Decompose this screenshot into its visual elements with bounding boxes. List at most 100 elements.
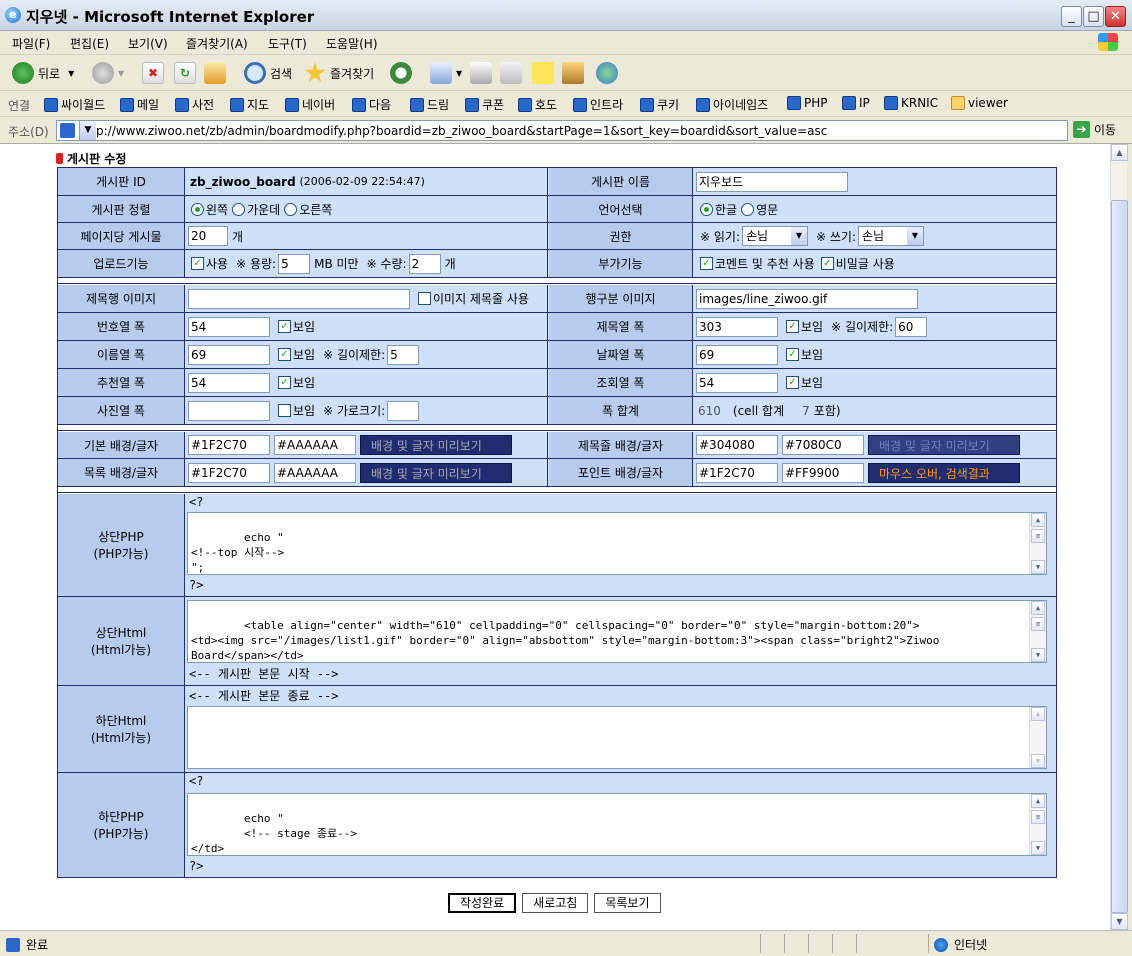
titlebar-preview-button[interactable]: 배경 및 글자 미리보기 — [868, 435, 1020, 455]
messenger-button[interactable] — [596, 61, 622, 85]
photo-col-input[interactable] — [188, 400, 270, 421]
upload-count-input[interactable]: 2 — [408, 253, 441, 274]
textarea-scrollbar[interactable]: ▲ ≡ ▼ — [1029, 601, 1046, 662]
no-col-input[interactable]: 54 — [188, 316, 270, 337]
stop-button[interactable]: ✖ — [142, 61, 168, 85]
scroll-up-icon[interactable]: ▲ — [1111, 144, 1128, 161]
edit-button[interactable] — [500, 61, 526, 85]
scroll-up-icon[interactable]: ▲ — [1031, 601, 1045, 615]
close-button[interactable]: ✕ — [1105, 6, 1126, 27]
link-mail[interactable]: 메일 — [120, 96, 159, 113]
menu-file[interactable]: 파일(F) — [12, 35, 50, 52]
scroll-down-icon[interactable]: ▼ — [1031, 841, 1045, 855]
address-input[interactable]: http://www.ziwoo.net/zb/admin/boardmodif… — [56, 120, 1068, 141]
menu-edit[interactable]: 편집(E) — [70, 35, 109, 52]
base-preview-button[interactable]: 배경 및 글자 미리보기 — [360, 435, 512, 455]
scroll-thumb[interactable] — [1111, 200, 1128, 913]
refresh-button[interactable]: ↻ — [174, 61, 200, 85]
back-button[interactable]: 뒤로 ▼ — [12, 61, 74, 85]
menu-favorites[interactable]: 즐겨찾기(A) — [186, 35, 248, 52]
scroll-thumb[interactable]: ≡ — [1031, 529, 1045, 543]
no-col-show-checkbox[interactable]: ✓ — [278, 320, 291, 333]
menu-view[interactable]: 보기(V) — [128, 35, 168, 52]
link-viewer[interactable]: viewer — [951, 96, 1008, 110]
subject-col-show-checkbox[interactable]: ✓ — [786, 320, 799, 333]
align-left-radio[interactable] — [191, 202, 204, 216]
scroll-thumb[interactable]: ≡ — [1031, 617, 1045, 631]
per-page-input[interactable]: 20 — [188, 226, 228, 246]
link-hodo[interactable]: 호도 — [518, 96, 557, 113]
date-col-input[interactable]: 69 — [696, 344, 778, 365]
link-daum[interactable]: 다음 — [352, 96, 391, 113]
link-map[interactable]: 지도 — [230, 96, 269, 113]
top-php-textarea[interactable]: echo " <!--top 시작--> "; include '../incl… — [187, 512, 1047, 575]
link-dream[interactable]: 드림 — [410, 96, 449, 113]
scroll-thumb[interactable]: ≡ — [1031, 810, 1045, 824]
link-php[interactable]: PHP — [787, 96, 828, 110]
title-image-checkbox[interactable] — [418, 292, 431, 305]
title-image-input[interactable] — [188, 288, 410, 309]
mail-button[interactable]: ▼ — [430, 61, 462, 85]
textarea-scrollbar[interactable]: ▲ ≡ ▼ — [1029, 513, 1046, 574]
titlebar-bg-input[interactable]: #304080 — [696, 435, 778, 455]
scroll-up-icon[interactable]: ▲ — [1031, 707, 1045, 721]
menu-tools[interactable]: 도구(T) — [268, 35, 307, 52]
minimize-button[interactable]: _ — [1061, 6, 1082, 27]
bottom-html-textarea[interactable]: ▲ ▼ — [187, 706, 1047, 769]
board-name-input[interactable]: 지우보드 — [696, 171, 848, 192]
base-bg-input[interactable]: #1F2C70 — [188, 435, 270, 455]
search-button[interactable]: 검색 — [244, 61, 292, 85]
menu-help[interactable]: 도움말(H) — [326, 35, 378, 52]
view-col-show-checkbox[interactable]: ✓ — [786, 376, 799, 389]
scroll-up-icon[interactable]: ▲ — [1031, 794, 1045, 808]
subject-col-input[interactable]: 303 — [696, 316, 778, 337]
recommend-col-show-checkbox[interactable]: ✓ — [278, 376, 291, 389]
link-cyworld[interactable]: 싸이월드 — [44, 96, 105, 113]
textarea-scrollbar[interactable]: ▲ ▼ — [1029, 707, 1046, 768]
discuss-button[interactable] — [532, 61, 558, 85]
home-button[interactable] — [204, 61, 230, 85]
photo-width-input[interactable] — [387, 400, 420, 421]
link-naver[interactable]: 네이버 — [285, 96, 335, 113]
scroll-down-icon[interactable]: ▼ — [1031, 754, 1045, 768]
list-button[interactable]: 목록보기 — [594, 893, 661, 913]
name-col-show-checkbox[interactable]: ✓ — [278, 348, 291, 361]
lang-korean-radio[interactable] — [700, 202, 713, 216]
link-intra[interactable]: 인트라 — [573, 96, 623, 113]
point-fg-input[interactable]: #FF9900 — [782, 462, 864, 483]
scroll-down-icon[interactable]: ▼ — [1031, 648, 1045, 662]
list-fg-input[interactable]: #AAAAAA — [274, 462, 356, 483]
research-button[interactable] — [562, 61, 588, 85]
view-col-input[interactable]: 54 — [696, 372, 778, 393]
reload-button[interactable]: 새로고침 — [522, 893, 589, 913]
scroll-down-icon[interactable]: ▼ — [1031, 560, 1045, 574]
list-preview-button[interactable]: 배경 및 글자 미리보기 — [360, 462, 512, 483]
maximize-button[interactable]: □ — [1083, 6, 1104, 27]
point-bg-input[interactable]: #1F2C70 — [696, 462, 778, 483]
read-permission-select[interactable]: 손님 ▼ — [742, 226, 808, 246]
back-dropdown-icon[interactable]: ▼ — [68, 69, 74, 78]
link-dictionary[interactable]: 사전 — [175, 96, 214, 113]
go-button[interactable]: ➔ 이동 — [1073, 121, 1116, 138]
point-preview-button[interactable]: 마우스 오버, 검색결과 — [868, 462, 1020, 483]
lang-english-radio[interactable] — [741, 202, 755, 216]
scroll-up-icon[interactable]: ▲ — [1031, 513, 1045, 527]
name-limit-input[interactable]: 5 — [387, 344, 420, 365]
scroll-down-icon[interactable]: ▼ — [1111, 913, 1128, 930]
upload-size-input[interactable]: 5 — [278, 253, 311, 274]
textarea-scrollbar[interactable]: ▲ ≡ ▼ — [1029, 794, 1046, 855]
name-col-input[interactable]: 69 — [188, 344, 270, 365]
line-image-input[interactable]: images/line_ziwoo.gif — [696, 288, 918, 309]
print-button[interactable] — [470, 61, 496, 85]
recommend-col-input[interactable]: 54 — [188, 372, 270, 393]
link-krnic[interactable]: KRNIC — [884, 96, 938, 110]
upload-use-checkbox[interactable]: ✓ — [191, 257, 204, 270]
list-bg-input[interactable]: #1F2C70 — [188, 462, 270, 483]
page-scrollbar[interactable]: ▲ ▼ — [1110, 144, 1128, 930]
align-right-radio[interactable] — [284, 202, 298, 216]
mail-dropdown-icon[interactable]: ▼ — [456, 69, 462, 78]
link-ip[interactable]: IP — [842, 96, 870, 110]
favorites-button[interactable]: 즐겨찾기 — [304, 61, 374, 85]
link-cookie[interactable]: 쿠키 — [640, 96, 679, 113]
history-button[interactable] — [390, 61, 416, 85]
